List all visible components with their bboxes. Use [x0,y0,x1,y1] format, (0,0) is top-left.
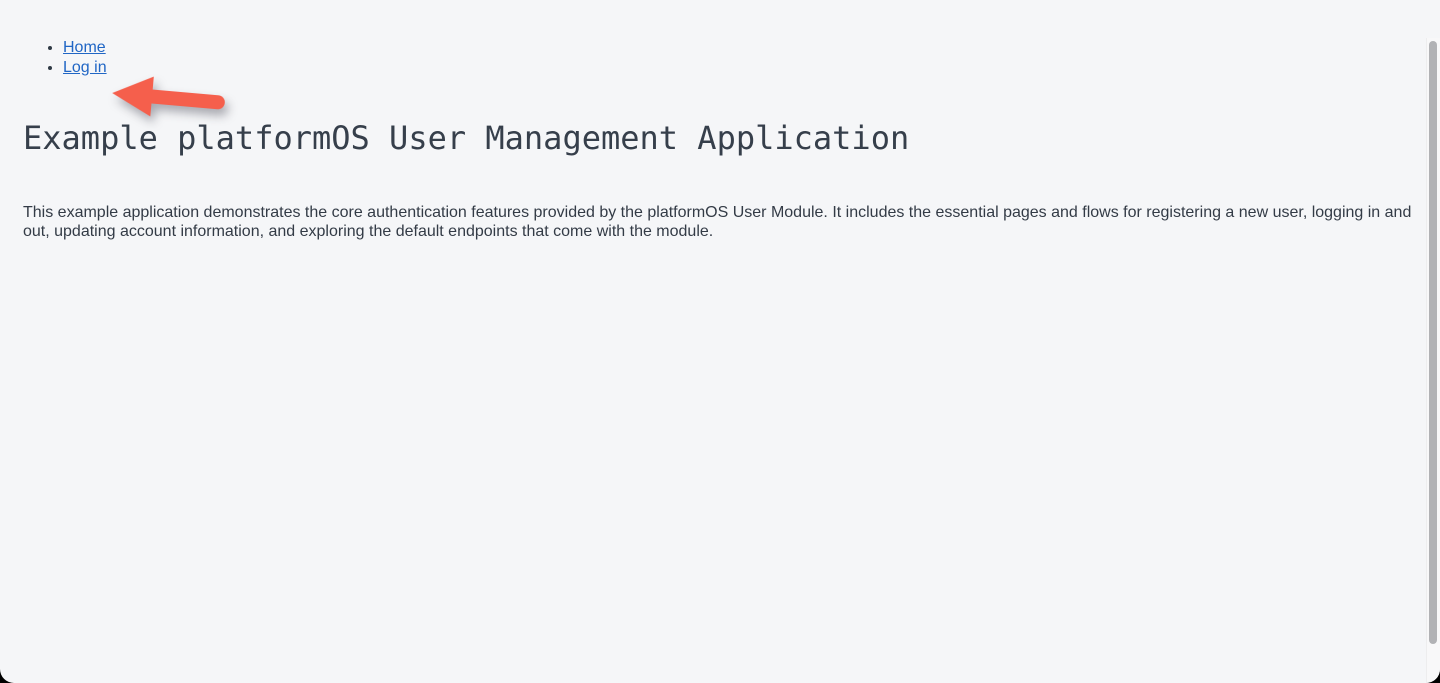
nav-list-item: Log in [63,58,1417,78]
scrollbar-thumb[interactable] [1429,41,1437,644]
bottom-window-shadow [0,679,1440,683]
nav-link-home[interactable]: Home [63,39,106,56]
nav-list-item: Home [63,38,1417,58]
page-title: Example platformOS User Management Appli… [23,119,1417,157]
page-content: Home Log in Example platformOS User Mana… [0,38,1440,683]
browser-page: Home Log in Example platformOS User Mana… [0,0,1440,683]
page-description: This example application demonstrates th… [23,203,1417,241]
nav-link-login[interactable]: Log in [63,59,107,76]
arrow-shape [110,73,219,122]
nav-list: Home Log in [23,38,1417,77]
annotation-arrow-icon [108,70,230,126]
scrollbar[interactable] [1426,38,1440,683]
